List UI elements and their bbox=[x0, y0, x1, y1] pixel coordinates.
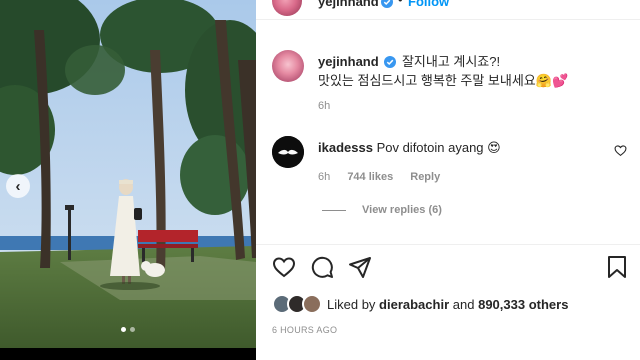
caption-line-2: 맛있는 점심드시고 행복한 주말 보내세요🤗💕 bbox=[318, 73, 569, 88]
comment-text: Pov difotoin ayang 😍 bbox=[376, 140, 501, 155]
view-replies-line bbox=[322, 209, 346, 211]
author-username[interactable]: yejinhand bbox=[318, 0, 379, 9]
reply-button[interactable]: Reply bbox=[410, 171, 440, 183]
comment-likes[interactable]: 744 likes bbox=[347, 171, 393, 183]
carousel-dots bbox=[0, 327, 256, 332]
view-replies-label: View replies (6) bbox=[362, 204, 442, 216]
view-replies-button[interactable]: View replies (6) bbox=[322, 204, 442, 216]
heart-icon[interactable] bbox=[272, 255, 296, 284]
likes-summary: Liked by dierabachir and 890,333 others bbox=[272, 293, 568, 315]
post-timestamp[interactable]: 6 HOURS AGO bbox=[272, 325, 337, 335]
header-separator: • bbox=[398, 0, 403, 7]
share-icon[interactable] bbox=[348, 255, 372, 284]
likes-middle: and bbox=[452, 296, 475, 312]
post-actions-bar bbox=[256, 244, 640, 288]
liker-avatars bbox=[272, 294, 324, 314]
comment-body: ikadesss Pov difotoin ayang 😍 bbox=[318, 139, 608, 156]
follow-button[interactable]: Follow bbox=[408, 0, 449, 9]
carousel-dot-active bbox=[121, 327, 126, 332]
commenter-avatar[interactable] bbox=[272, 136, 304, 168]
post-details-panel: yejinhand • Follow yejinhand 잘지내고 계시죠?! … bbox=[256, 0, 640, 360]
comment-meta: 6h 744 likes Reply bbox=[318, 171, 454, 183]
likes-prefix: Liked by bbox=[327, 296, 376, 312]
likes-others[interactable]: 890,333 others bbox=[478, 297, 568, 312]
chevron-left-icon: ‹ bbox=[15, 177, 21, 195]
likes-text: Liked by dierabachir and 890,333 others bbox=[327, 297, 568, 312]
comment-time: 6h bbox=[318, 171, 331, 183]
carousel-dot bbox=[130, 327, 135, 332]
comment-icon[interactable] bbox=[310, 255, 334, 284]
author-avatar[interactable] bbox=[272, 0, 302, 16]
verified-badge-icon bbox=[384, 55, 397, 72]
liker-avatar[interactable] bbox=[302, 294, 322, 314]
comment-username[interactable]: ikadesss bbox=[318, 140, 373, 155]
caption-time: 6h bbox=[318, 100, 331, 112]
caption-body: yejinhand 잘지내고 계시죠?! 맛있는 점심드시고 행복한 주말 보내… bbox=[318, 53, 628, 89]
caption-author-avatar[interactable] bbox=[272, 50, 304, 82]
comment-heart-icon[interactable] bbox=[614, 144, 627, 162]
caption-username[interactable]: yejinhand bbox=[318, 54, 379, 69]
bookmark-icon[interactable] bbox=[605, 255, 629, 284]
carousel-prev-button[interactable]: ‹ bbox=[6, 174, 30, 198]
caption-line-1: 잘지내고 계시죠?! bbox=[401, 54, 501, 69]
post-photo-area: ‹ bbox=[0, 0, 256, 360]
liker-username[interactable]: dierabachir bbox=[379, 297, 449, 312]
verified-badge-icon bbox=[381, 0, 393, 13]
post-header: yejinhand • Follow bbox=[256, 0, 640, 20]
post-photo bbox=[0, 0, 256, 348]
